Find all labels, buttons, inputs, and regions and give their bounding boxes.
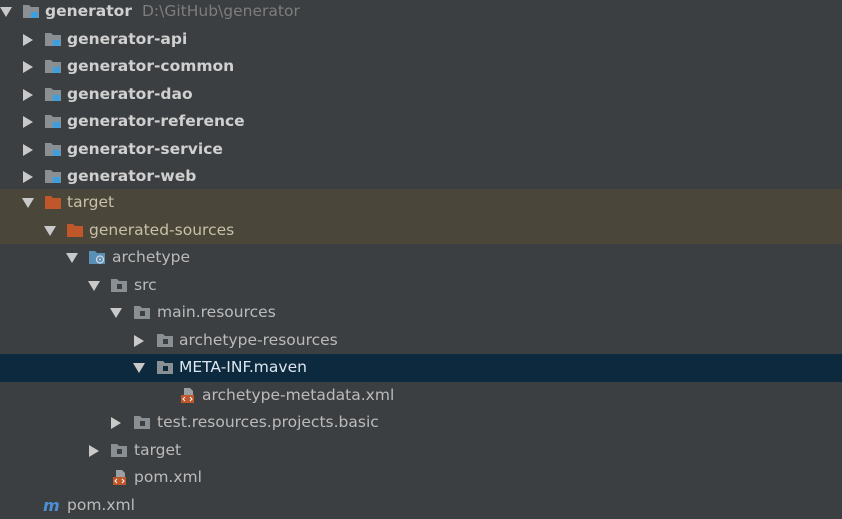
tree-label: generator-dao xyxy=(67,84,193,104)
folder-icon xyxy=(156,332,174,349)
tree-label: target xyxy=(67,192,114,212)
tree-row-generated-sources[interactable]: generated-sources xyxy=(0,217,842,245)
collapse-arrow-icon[interactable] xyxy=(20,114,36,130)
tree-label: archetype xyxy=(112,247,190,267)
tree-row-generator-service[interactable]: generator-service xyxy=(0,136,842,164)
collapse-arrow-icon[interactable] xyxy=(20,142,36,158)
tree-label: generator-web xyxy=(67,166,196,186)
tree-row-generator-api[interactable]: generator-api xyxy=(0,26,842,54)
tree-row-generator-reference[interactable]: generator-reference xyxy=(0,108,842,136)
collapse-arrow-icon[interactable] xyxy=(20,87,36,103)
tree-label: archetype-resources xyxy=(179,330,338,350)
folder-icon xyxy=(133,414,151,431)
archetype-folder-icon xyxy=(88,249,106,266)
tree-label: generator-service xyxy=(67,139,223,159)
tree-label: archetype-metadata.xml xyxy=(202,385,394,405)
tree-label: test.resources.projects.basic xyxy=(157,412,379,432)
module-folder-icon xyxy=(44,113,62,130)
collapse-arrow-icon[interactable] xyxy=(20,169,36,185)
collapse-arrow-icon[interactable] xyxy=(20,59,36,75)
module-folder-icon xyxy=(44,168,62,185)
excluded-folder-icon xyxy=(66,222,84,239)
expand-arrow-icon[interactable] xyxy=(42,223,58,239)
folder-icon xyxy=(156,359,174,376)
svg-text:m: m xyxy=(43,497,60,514)
module-folder-icon xyxy=(22,3,40,20)
tree-row-generator-dao[interactable]: generator-dao xyxy=(0,81,842,109)
excluded-folder-icon xyxy=(44,194,62,211)
tree-row-main-resources[interactable]: main.resources xyxy=(0,299,842,327)
collapse-arrow-icon[interactable] xyxy=(20,32,36,48)
tree-row-generator-common[interactable]: generator-common xyxy=(0,53,842,81)
tree-label: generated-sources xyxy=(89,220,234,240)
tree-label: META-INF.maven xyxy=(179,357,307,377)
tree-row-target[interactable]: target xyxy=(0,189,842,217)
module-folder-icon xyxy=(44,86,62,103)
collapse-arrow-icon[interactable] xyxy=(131,333,147,349)
project-path: D:\GitHub\generator xyxy=(142,2,300,20)
maven-m-icon: m xyxy=(43,497,61,514)
tree-label: src xyxy=(134,275,157,295)
module-folder-icon xyxy=(44,141,62,158)
tree-row-archetype[interactable]: archetype xyxy=(0,244,842,272)
tree-label: generator-reference xyxy=(67,111,245,131)
tree-label: generator-api xyxy=(67,29,187,49)
expand-arrow-icon[interactable] xyxy=(86,278,102,294)
tree-label: generator-common xyxy=(67,56,234,76)
tree-row-archetype-resources[interactable]: archetype-resources xyxy=(0,327,842,355)
tree-label: pom.xml xyxy=(134,467,202,487)
expand-arrow-icon[interactable] xyxy=(20,195,36,211)
expand-arrow-icon[interactable] xyxy=(64,250,80,266)
collapse-arrow-icon[interactable] xyxy=(108,415,124,431)
tree-label: main.resources xyxy=(157,302,276,322)
tree-row-generator[interactable]: generatorD:\GitHub\generator xyxy=(0,0,842,26)
collapse-arrow-icon[interactable] xyxy=(86,443,102,459)
tree-row-test-resources[interactable]: test.resources.projects.basic xyxy=(0,409,842,437)
xml-file-icon xyxy=(111,469,129,486)
folder-icon xyxy=(110,442,128,459)
module-folder-icon xyxy=(44,58,62,75)
folder-icon xyxy=(110,277,128,294)
tree-label: pom.xml xyxy=(67,495,135,515)
expand-arrow-icon[interactable] xyxy=(108,305,124,321)
tree-label: target xyxy=(134,440,181,460)
folder-icon xyxy=(133,304,151,321)
project-tree: generatorD:\GitHub\generator generator-a… xyxy=(0,0,842,515)
expand-arrow-icon[interactable] xyxy=(0,4,14,20)
tree-row-archetype-metadata-xml[interactable]: archetype-metadata.xml xyxy=(0,382,842,410)
xml-file-icon xyxy=(179,387,197,404)
tree-row-meta-inf-maven[interactable]: META-INF.maven xyxy=(0,354,842,382)
tree-label-generator: generatorD:\GitHub\generator xyxy=(45,1,300,21)
module-folder-icon xyxy=(44,31,62,48)
tree-row-src[interactable]: src xyxy=(0,272,842,300)
expand-arrow-icon[interactable] xyxy=(131,360,147,376)
tree-row-generator-web[interactable]: generator-web xyxy=(0,163,842,191)
tree-row-inner-pom-xml[interactable]: pom.xml xyxy=(0,464,842,492)
tree-row-inner-target[interactable]: target xyxy=(0,437,842,465)
